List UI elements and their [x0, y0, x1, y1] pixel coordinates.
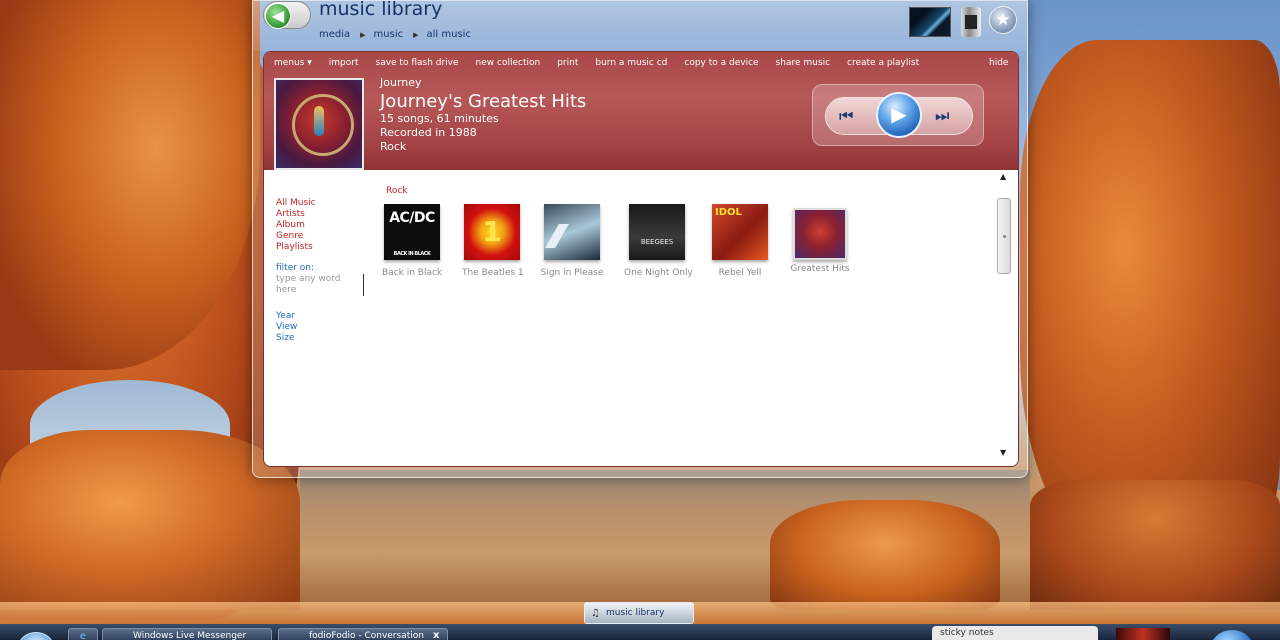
- menubar: menus ▾ import save to flash drive new c…: [274, 58, 936, 72]
- monitor-thumbnail[interactable]: [909, 7, 951, 37]
- sidebar-option-view[interactable]: View: [276, 322, 364, 333]
- album-cover-text: IDOL: [715, 207, 742, 218]
- now-playing-header: menus ▾ import save to flash drive new c…: [264, 52, 1018, 170]
- menu-save-to-flash-drive[interactable]: save to flash drive: [376, 58, 459, 72]
- taskbar-conversation-button[interactable]: fodioFodio - Conversation: [278, 628, 448, 640]
- breadcrumb: media ▶ music ▶ all music: [319, 29, 475, 40]
- sticky-notes-label: sticky notes: [940, 628, 994, 638]
- close-icon[interactable]: x: [433, 630, 439, 640]
- genre-heading: Rock: [386, 186, 408, 196]
- breadcrumb-separator-icon: ▶: [413, 30, 419, 39]
- taskbar-active-window-label: music library: [605, 608, 665, 618]
- album-genre: Rock: [380, 140, 407, 153]
- gadget-thumbnail[interactable]: [1116, 628, 1170, 640]
- wallpaper-boulder: [770, 500, 1000, 610]
- library-panel: menus ▾ import save to flash drive new c…: [263, 51, 1019, 467]
- sidebar-option-size[interactable]: Size: [276, 333, 364, 344]
- sticky-notes-gadget[interactable]: sticky notes: [932, 626, 1098, 640]
- album-title: Rebel Yell: [718, 268, 762, 278]
- album-cover: [793, 208, 847, 260]
- sidebar-item-album[interactable]: Album: [276, 220, 364, 231]
- back-arrow-icon: ◀: [265, 3, 291, 29]
- back-button[interactable]: ◀: [263, 1, 311, 29]
- device-thumbnail[interactable]: [961, 7, 981, 37]
- play-icon[interactable]: ▶: [876, 92, 922, 138]
- artist-name: Journey: [380, 76, 422, 89]
- album-cover-subtext: BACK IN BLACK: [393, 251, 431, 257]
- library-content: All Music Artists Album Genre Playlists …: [264, 170, 1018, 466]
- taskbar-messenger-label: Windows Live Messenger: [133, 631, 247, 640]
- menu-create-playlist[interactable]: create a playlist: [847, 58, 919, 72]
- menu-new-collection[interactable]: new collection: [476, 58, 541, 72]
- album-cover: BEEGEES: [629, 204, 685, 260]
- menu-burn-cd[interactable]: burn a music cd: [595, 58, 667, 72]
- wallpaper-rock-right-base: [1030, 480, 1280, 610]
- album-tile[interactable]: BEEGEES One Night Only: [624, 204, 693, 278]
- taskbar-browser-button[interactable]: e: [68, 628, 98, 640]
- browser-icon: e: [79, 631, 87, 640]
- song-count: 15 songs, 61 minutes: [380, 112, 499, 125]
- sidebar-item-all-music[interactable]: All Music: [276, 198, 364, 209]
- album-tile[interactable]: Greatest Hits: [790, 204, 850, 278]
- taskbar-active-window[interactable]: ♫ music library: [584, 602, 694, 624]
- album-cover-text: BEEGEES: [640, 238, 674, 246]
- album-tile[interactable]: IDOL Rebel Yell: [710, 204, 770, 278]
- album-title: Greatest Hits: [790, 264, 850, 274]
- recorded-year: Recorded in 1988: [380, 126, 477, 139]
- next-track-icon[interactable]: ⏭: [935, 107, 949, 125]
- album-cover: IDOL: [712, 204, 768, 260]
- sidebar-item-playlists[interactable]: Playlists: [276, 242, 364, 253]
- hide-button[interactable]: hide: [989, 58, 1008, 68]
- star-icon[interactable]: ★: [989, 6, 1017, 34]
- sidebar-item-artists[interactable]: Artists: [276, 209, 364, 220]
- album-title: Sign in Please: [540, 268, 604, 278]
- breadcrumb-media[interactable]: media: [319, 29, 354, 40]
- music-note-icon: ♫: [591, 607, 600, 619]
- filter-input[interactable]: type any word here: [276, 274, 364, 296]
- album-title: Journey's Greatest Hits: [380, 91, 587, 112]
- breadcrumb-music[interactable]: music: [374, 29, 408, 40]
- sidebar-item-genre[interactable]: Genre: [276, 231, 364, 242]
- previous-track-icon[interactable]: ⏮: [839, 107, 853, 125]
- album-cover-text: 1: [482, 215, 502, 248]
- filter-label: filter on:: [276, 263, 315, 273]
- album-cover-text: AC/DC: [389, 210, 435, 226]
- menu-copy-to-device[interactable]: copy to a device: [684, 58, 758, 72]
- album-tile[interactable]: AC/DC BACK IN BLACK Back in Black: [382, 204, 442, 278]
- album-grid: AC/DC BACK IN BLACK Back in Black 1 The …: [382, 204, 850, 278]
- sidebar: All Music Artists Album Genre Playlists …: [276, 198, 364, 344]
- now-playing-info: Journey Journey's Greatest Hits 15 songs…: [380, 76, 586, 154]
- album-cover: [544, 204, 600, 260]
- taskbar-conversation-label: fodioFodio - Conversation: [309, 631, 424, 640]
- album-cover: 1: [464, 204, 520, 260]
- album-title: The Beatles 1: [462, 268, 524, 278]
- menu-print[interactable]: print: [557, 58, 578, 72]
- menu-share-music[interactable]: share music: [776, 58, 830, 72]
- scroll-down-arrow-icon[interactable]: ▼: [1000, 448, 1006, 457]
- playback-controls: ⏮ ▶ ⏭: [812, 84, 984, 146]
- menu-import[interactable]: import: [329, 58, 359, 72]
- album-tile[interactable]: Sign in Please: [540, 204, 604, 278]
- window-title: music library: [319, 0, 443, 20]
- album-tile[interactable]: 1 The Beatles 1: [462, 204, 524, 278]
- scroll-thumb[interactable]: [997, 198, 1011, 274]
- window-titlebar: ◀ music library media ▶ music ▶ all musi…: [253, 0, 1027, 51]
- vertical-scrollbar[interactable]: ▲ ▼: [995, 170, 1013, 464]
- menu-menus[interactable]: menus ▾: [274, 58, 312, 72]
- album-title: One Night Only: [624, 268, 693, 278]
- breadcrumb-separator-icon: ▶: [360, 30, 366, 39]
- sidebar-option-year[interactable]: Year: [276, 311, 364, 322]
- album-title: Back in Black: [382, 268, 443, 278]
- music-library-window: ◀ music library media ▶ music ▶ all musi…: [252, 0, 1028, 478]
- now-playing-album-art: [274, 78, 364, 170]
- taskbar-messenger-button[interactable]: Windows Live Messenger: [102, 628, 272, 640]
- breadcrumb-all-music[interactable]: all music: [427, 29, 475, 40]
- album-cover: AC/DC BACK IN BLACK: [384, 204, 440, 260]
- scroll-up-arrow-icon[interactable]: ▲: [1000, 172, 1006, 181]
